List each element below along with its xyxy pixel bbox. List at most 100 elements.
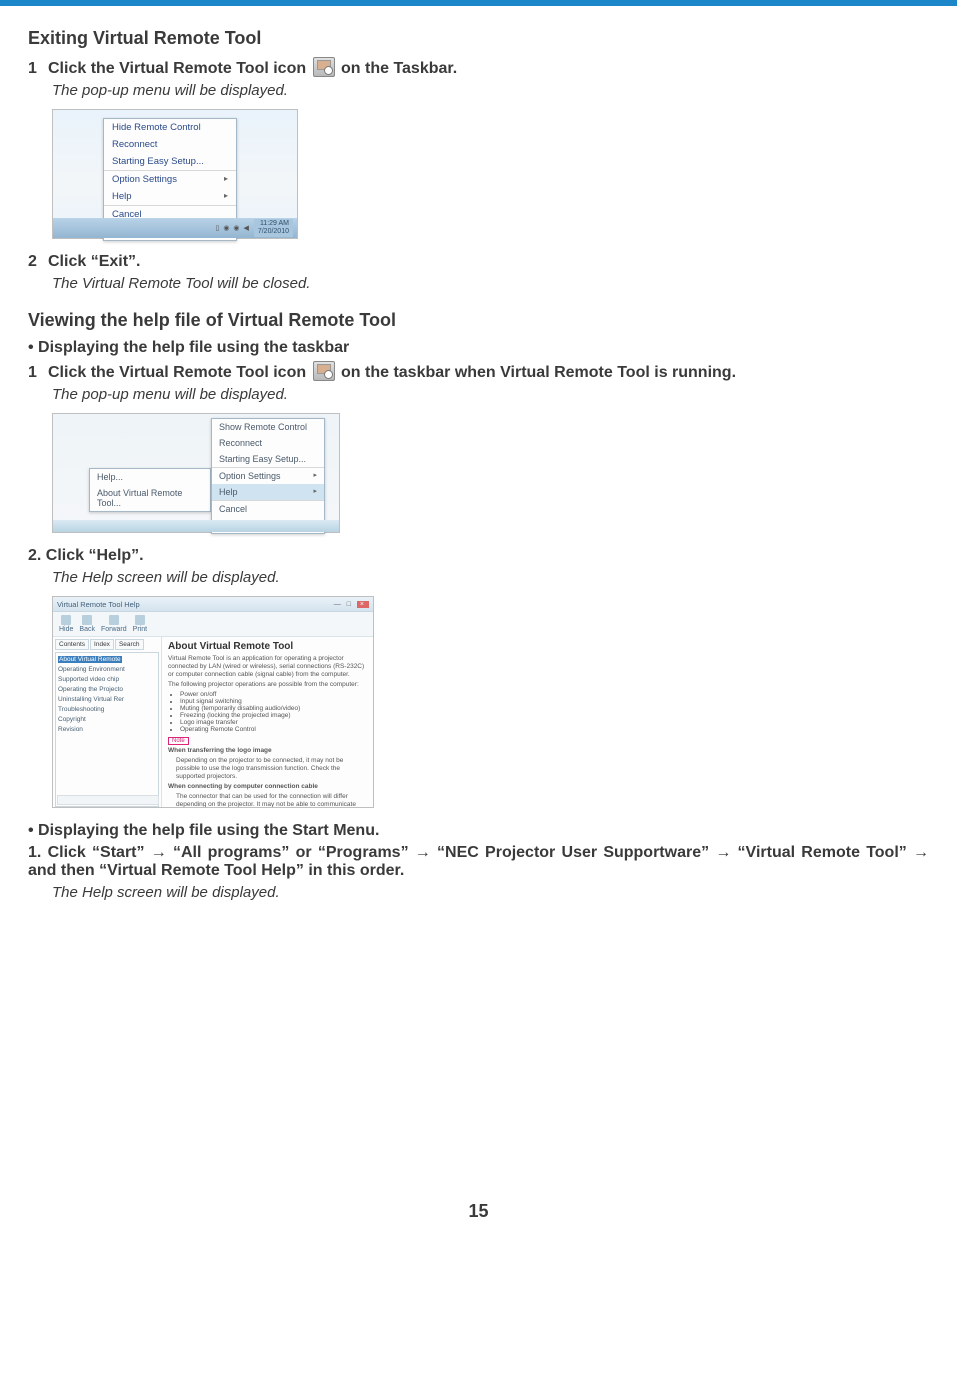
vrt-tool-icon [313,57,335,77]
content-para: The connector that can be used for the c… [176,793,367,808]
toolbar-hide: Hide [59,615,73,633]
menu-item: Reconnect [104,136,236,153]
toolbar-print: Print [133,615,147,633]
tree-node: Operating the Projecto [58,685,156,695]
tab-index: Index [90,639,114,650]
tree-node-selected: About Virtual Remote [58,656,122,663]
list-item: Freezing (locking the projected image) [180,712,367,719]
list-item: Operating Remote Control [180,726,367,733]
startmenu-step-note: The Help screen will be displayed. [52,884,929,901]
content-para: When transferring the logo image [168,747,367,755]
step2-note: The Virtual Remote Tool will be closed. [52,275,929,292]
startmenu-step-text: Click “Start” → “All programs” or “Progr… [28,844,929,879]
tree-node: About Virtual Remote [58,655,156,665]
help-nav: Contents Index Search About Virtual Remo… [53,637,162,808]
bold-line: When connecting by computer connection c… [168,783,318,790]
taskbar [53,520,339,532]
menu-item: Option Settings [212,468,324,484]
help-step2-line: 2. Click “Help”. [28,547,929,565]
taskbar-clock: 11:29 AM 7/20/2010 [254,219,293,237]
step2-num: 2 [28,253,48,271]
menu-item: Help... [90,469,210,485]
help-step2-num: 2. [28,547,41,564]
heading-viewing-help: Viewing the help file of Virtual Remote … [28,310,929,331]
tree-node: Revision [58,725,156,735]
list-item: Logo image transfer [180,719,367,726]
hide-icon [61,615,71,625]
step1-note: The pop-up menu will be displayed. [52,82,929,99]
nav-scrollbar [57,795,159,805]
menu-item: Help [104,188,236,205]
popup-menu: Show Remote Control Reconnect Starting E… [211,418,325,534]
bold-line: When transferring the logo image [168,747,272,754]
step1-text-after: on the Taskbar. [337,60,458,77]
startmenu-step-num: 1. [28,844,41,861]
help-step2-note: The Help screen will be displayed. [52,569,929,586]
toolbar-forward: Forward [101,615,127,633]
help-body: Contents Index Search About Virtual Remo… [53,637,373,808]
list-item: Power on/off [180,691,367,698]
toolbar-back: Back [79,615,95,633]
taskbar: ▯ ◉ ◉ ◀ 11:29 AM 7/20/2010 [53,218,297,238]
tray-icons: ▯ ◉ ◉ ◀ [216,224,250,232]
menu-item: Show Remote Control [212,419,324,435]
screenshot-help-window: Virtual Remote Tool Help — □ × Hide Back… [52,596,374,808]
forward-icon [109,615,119,625]
window-buttons: — □ × [334,601,369,608]
content-heading: About Virtual Remote Tool [168,641,367,652]
help-toolbar: Hide Back Forward Print [53,612,373,637]
startmenu-step-line: 1. Click “Start” → “All programs” or “Pr… [28,844,929,880]
menu-item: Option Settings [104,171,236,188]
tree-node: Troubleshooting [58,705,156,715]
document-page: Exiting Virtual Remote Tool 1Click the V… [0,6,957,1242]
subhead-taskbar-help: • Displaying the help file using the tas… [28,339,929,357]
tab-search: Search [115,639,144,650]
close-icon: × [357,601,369,608]
tree-node: Uninstalling Virtual Rer [58,695,156,705]
help-step1-note: The pop-up menu will be displayed. [52,386,929,403]
step1-line: 1Click the Virtual Remote Tool icon on t… [28,57,929,78]
menu-item: About Virtual Remote Tool... [90,485,210,511]
step2-text: Click “Exit”. [48,253,140,270]
tab-contents: Contents [55,639,89,650]
note-box: Note [168,737,189,745]
screenshot-taskbar-popup: Hide Remote Control Reconnect Starting E… [52,109,298,239]
step2-line: 2Click “Exit”. [28,253,929,271]
help-step1-num: 1 [28,364,48,382]
tree-node: Copyright [58,715,156,725]
help-step1-after: on the taskbar when Virtual Remote Tool … [337,364,736,381]
nav-tabs: Contents Index Search [53,637,161,650]
toolbar-label: Forward [101,626,127,633]
menu-item: Cancel [212,501,324,517]
help-step2-text: Click “Help”. [46,547,144,564]
help-step1-before: Click the Virtual Remote Tool icon [48,364,311,381]
menu-item: Reconnect [212,435,324,451]
content-para: Virtual Remote Tool is an application fo… [168,655,367,679]
help-step1-line: 1Click the Virtual Remote Tool icon on t… [28,361,929,382]
window-title: Virtual Remote Tool Help [57,600,140,609]
step1-num: 1 [28,60,48,78]
content-para: The following projector operations are p… [168,681,367,689]
menu-item-highlighted: Help [212,484,324,500]
tree-node: Operating Environment [58,665,156,675]
toolbar-label: Hide [59,626,73,633]
subhead-startmenu-help: • Displaying the help file using the Sta… [28,822,929,840]
screenshot-help-popup: Help... About Virtual Remote Tool... Sho… [52,413,340,533]
window-titlebar: Virtual Remote Tool Help — □ × [53,597,373,612]
content-para: Depending on the projector to be connect… [176,757,367,781]
list-item: Muting (temporarily disabling audio/vide… [180,705,367,712]
menu-item: Starting Easy Setup... [104,153,236,170]
help-submenu: Help... About Virtual Remote Tool... [89,468,211,512]
list-item: Input signal switching [180,698,367,705]
toolbar-label: Print [133,626,147,633]
page-number: 15 [28,1201,929,1242]
vrt-tool-icon [313,361,335,381]
print-icon [135,615,145,625]
step1-text-before: Click the Virtual Remote Tool icon [48,60,311,77]
tree-node: Supported video chip [58,675,156,685]
help-content: About Virtual Remote Tool Virtual Remote… [162,637,373,808]
clock-time: 11:29 AM [260,220,289,227]
nav-tree: About Virtual Remote Operating Environme… [55,652,159,807]
content-para: When connecting by computer connection c… [168,783,367,791]
back-icon [82,615,92,625]
